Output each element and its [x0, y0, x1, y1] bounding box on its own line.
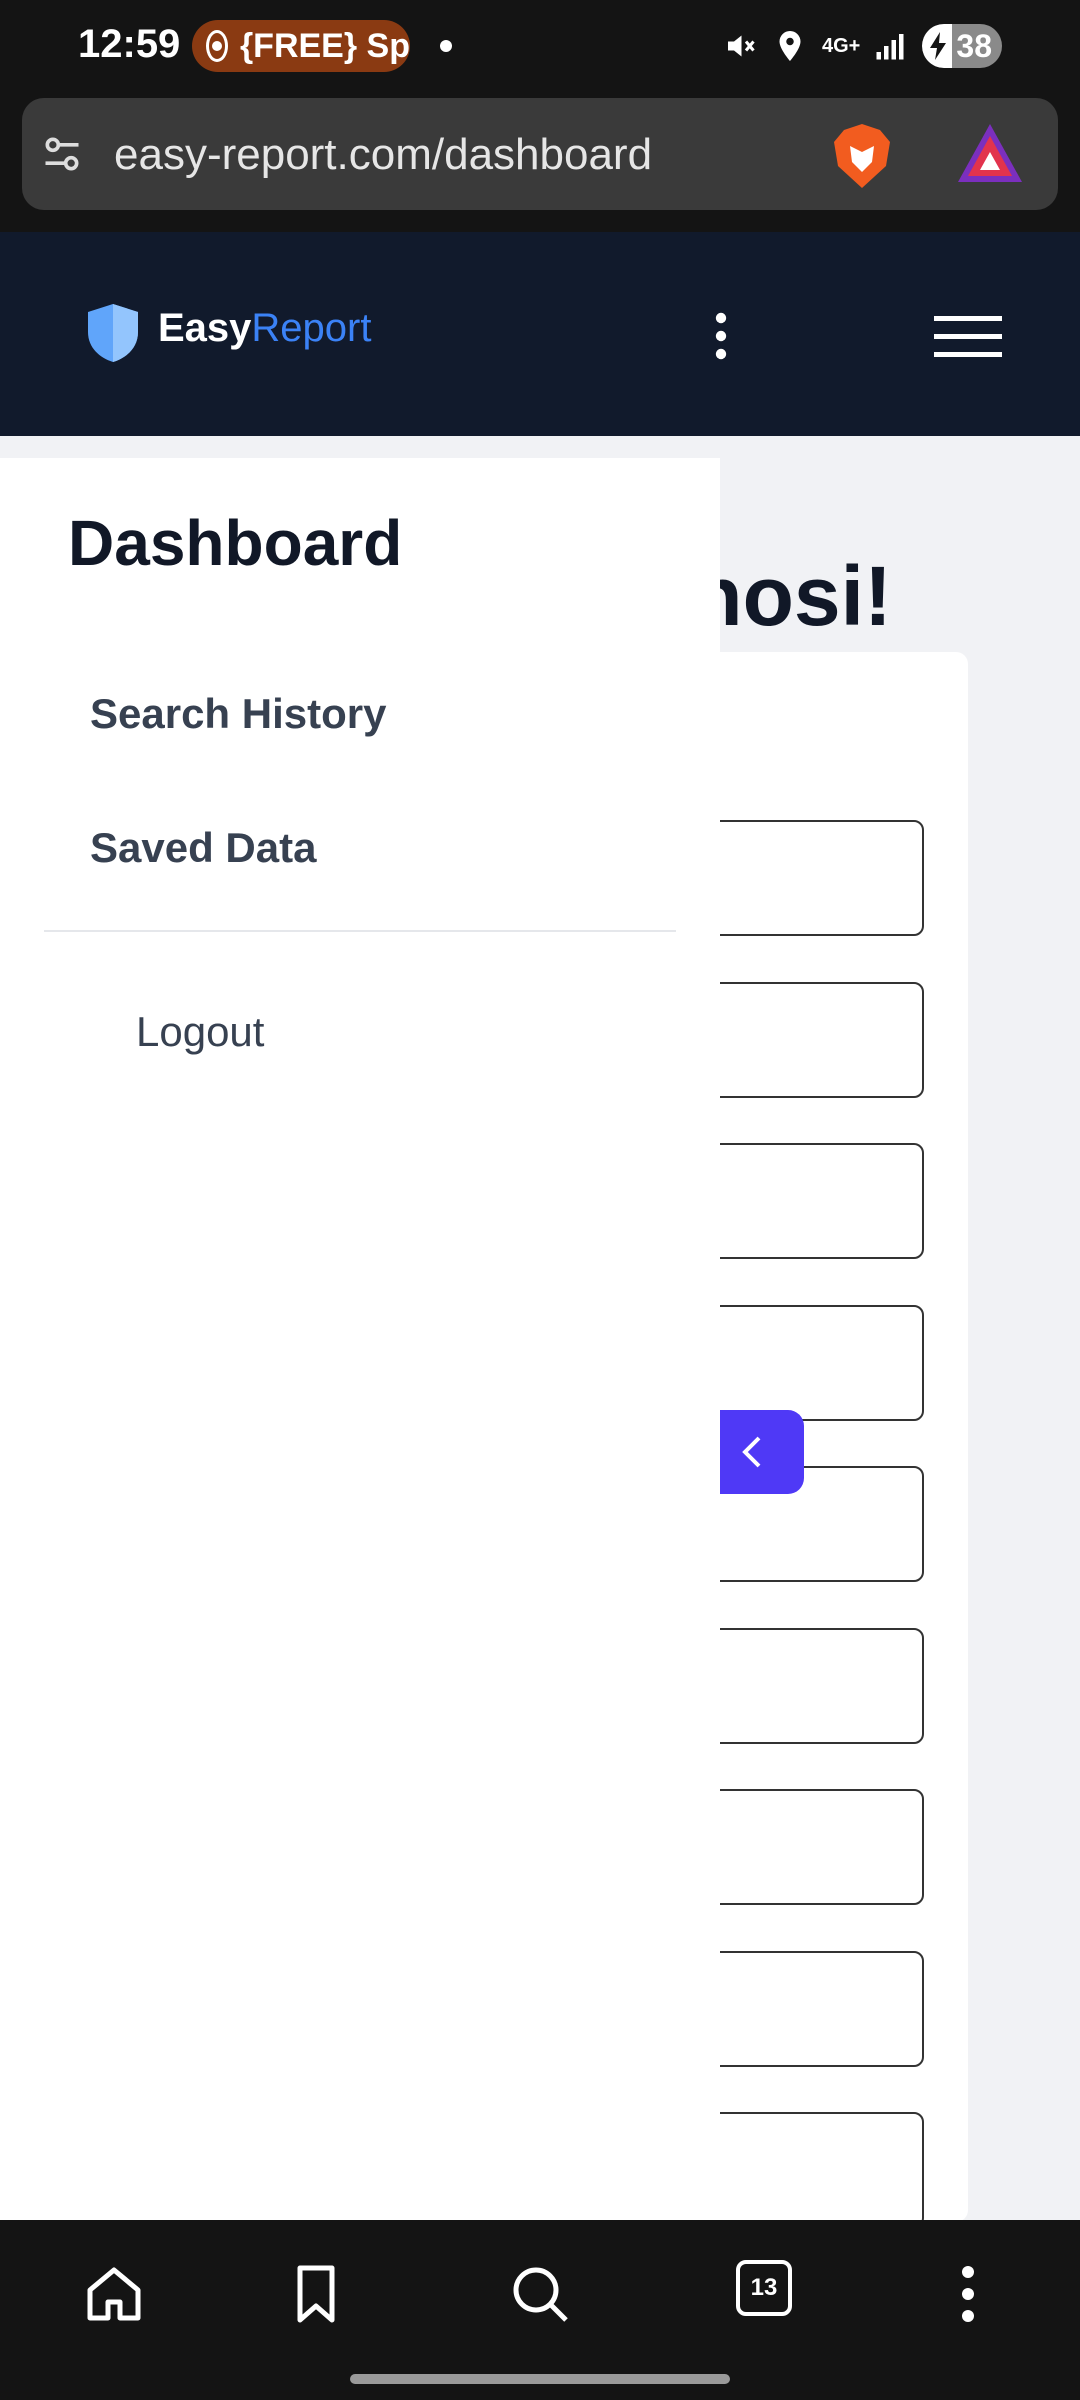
side-drawer: Dashboard Search History Saved Data Logo… [0, 458, 720, 2220]
drawer-item-search-history[interactable]: Search History [90, 690, 386, 738]
home-indicator[interactable] [350, 2374, 730, 2384]
chevron-left-icon [742, 1436, 761, 1468]
notification-text: {FREE} Sp [239, 26, 410, 65]
brave-rewards-icon[interactable] [956, 122, 1024, 184]
mute-vibrate-icon [728, 35, 755, 57]
hamburger-icon[interactable] [934, 316, 1002, 358]
logo-accent: Report [251, 306, 372, 350]
site-settings-icon[interactable] [40, 132, 84, 176]
more-options-icon[interactable] [936, 2262, 1000, 2326]
drawer-title: Dashboard [68, 507, 403, 579]
logout-button[interactable]: Logout [136, 1008, 264, 1056]
network-type: 4G+ [822, 35, 861, 57]
drawer-item-saved-data[interactable]: Saved Data [90, 824, 316, 872]
charging-icon [930, 32, 946, 60]
logo-primary: Easy [158, 306, 252, 350]
status-icons: 4G+ 38 [722, 22, 1002, 70]
browser-toolbar: easy-report.com/dashboard [0, 92, 1080, 232]
address-bar[interactable]: easy-report.com/dashboard [22, 98, 1058, 210]
app-header: EasyReport [0, 232, 1080, 436]
battery-level: 38 [956, 27, 992, 64]
brave-shields-icon[interactable] [830, 122, 894, 190]
browser-bottom-nav: 13 [0, 2220, 1080, 2400]
home-icon[interactable] [82, 2262, 146, 2326]
record-icon [206, 30, 228, 62]
search-icon[interactable] [508, 2262, 572, 2326]
notification-dot-icon [440, 40, 452, 52]
battery-indicator: 38 [922, 24, 1002, 68]
kebab-icon[interactable] [708, 312, 734, 360]
shield-logo-icon [88, 304, 138, 362]
location-icon [779, 31, 801, 61]
url-text[interactable]: easy-report.com/dashboard [114, 130, 652, 180]
tab-switcher-button[interactable]: 13 [736, 2260, 792, 2316]
drawer-divider [44, 930, 676, 932]
status-time: 12:59 [78, 22, 181, 66]
notification-pill[interactable]: {FREE} Sp [192, 20, 410, 72]
signal-icon [876, 34, 904, 60]
status-bar: 12:59 {FREE} Sp 4G+ 38 [0, 0, 1080, 92]
app-logo[interactable]: EasyReport [158, 306, 371, 351]
bookmark-icon[interactable] [284, 2262, 348, 2326]
